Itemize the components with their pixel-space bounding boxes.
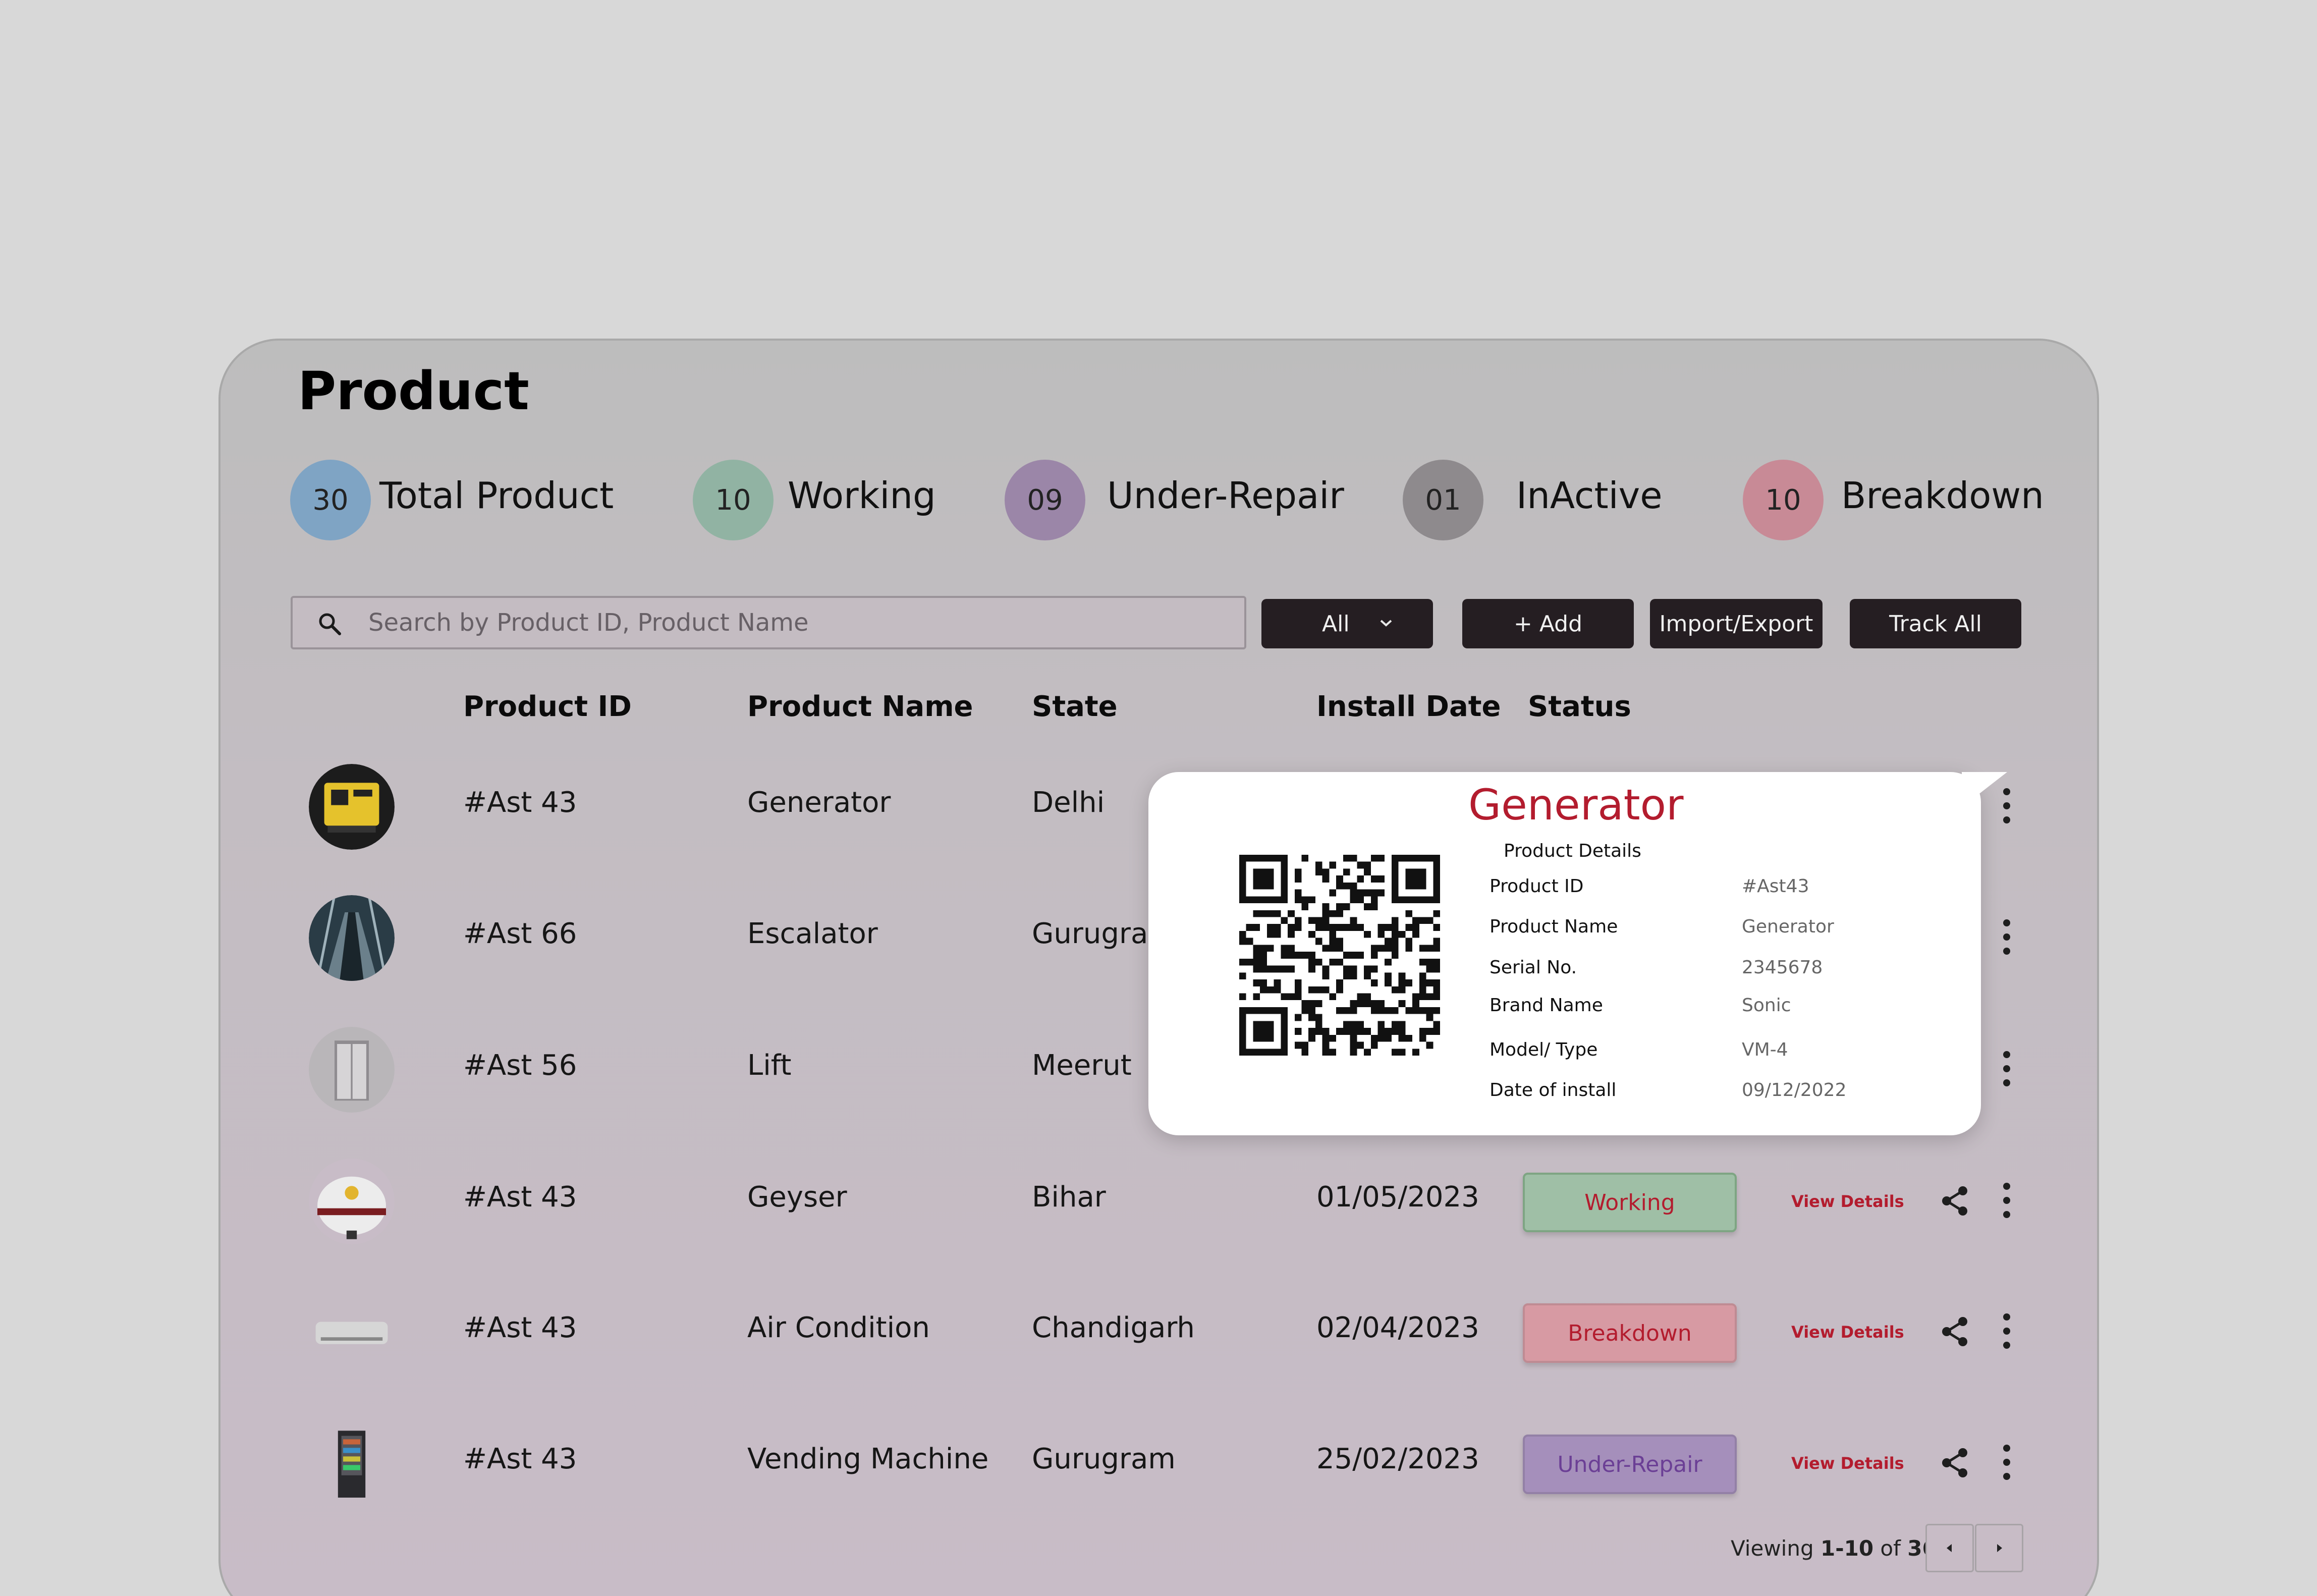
stat-label[interactable]: InActive — [1516, 474, 1663, 517]
next-page-button[interactable] — [1975, 1524, 2023, 1572]
popup-field-label: Date of install — [1489, 1080, 1617, 1100]
track-all-label: Track All — [1889, 611, 1982, 637]
popup-field-label: Product Name — [1489, 916, 1618, 937]
stat-label[interactable]: Under-Repair — [1107, 474, 1344, 517]
install-date-cell: 02/04/2023 — [1316, 1311, 1479, 1344]
product-name-cell: Escalator — [747, 917, 878, 950]
product-id-cell: #Ast 43 — [463, 1181, 577, 1214]
filter-dropdown[interactable]: All — [1261, 599, 1433, 648]
column-header-product-name[interactable]: Product Name — [747, 690, 973, 723]
product-name-cell: Geyser — [747, 1181, 847, 1214]
status-badge: Breakdown — [1523, 1303, 1737, 1363]
stat-count-badge: 30 — [290, 460, 371, 540]
popup-field-value: 2345678 — [1742, 957, 1823, 978]
stat-label[interactable]: Breakdown — [1841, 474, 2044, 517]
state-cell: Gurugram — [1032, 1443, 1176, 1475]
pagination-of: of — [1873, 1536, 1908, 1561]
share-icon[interactable] — [1940, 1447, 1970, 1479]
popup-field-value: VM-4 — [1742, 1039, 1788, 1060]
more-options-icon[interactable] — [2002, 1445, 2012, 1480]
stat-count-badge: 10 — [693, 460, 774, 540]
popup-field-label: Brand Name — [1489, 995, 1603, 1016]
view-details-link[interactable]: View Details — [1791, 1192, 1904, 1211]
status-badge: Under-Repair — [1523, 1435, 1737, 1494]
popup-field-value: 09/12/2022 — [1742, 1080, 1847, 1100]
search-input[interactable] — [368, 599, 1236, 646]
popup-field-value: Generator — [1742, 916, 1834, 937]
product-id-cell: #Ast 43 — [463, 786, 577, 819]
product-name-cell: Generator — [747, 786, 891, 819]
add-button[interactable]: + Add — [1462, 599, 1634, 648]
column-header-install-date[interactable]: Install Date — [1316, 690, 1501, 723]
product-id-cell: #Ast 56 — [463, 1049, 577, 1082]
popup-field-label: Serial No. — [1489, 957, 1577, 978]
track-all-button[interactable]: Track All — [1850, 599, 2021, 648]
share-icon[interactable] — [1940, 1315, 1970, 1348]
generator-image — [309, 764, 395, 850]
view-details-link[interactable]: View Details — [1791, 1454, 1904, 1473]
product-id-cell: #Ast 43 — [463, 1443, 577, 1475]
previous-page-button[interactable] — [1925, 1524, 1974, 1572]
column-header-product-id[interactable]: Product ID — [463, 690, 632, 723]
air-conditioner-image — [309, 1289, 395, 1375]
stat-count-badge: 10 — [1743, 460, 1824, 540]
page-title: Product — [298, 360, 529, 422]
product-name-cell: Vending Machine — [747, 1443, 989, 1475]
status-badge: Working — [1523, 1173, 1737, 1232]
share-icon[interactable] — [1940, 1185, 1970, 1217]
stat-label[interactable]: Working — [788, 474, 936, 517]
popup-subtitle: Product Details — [1504, 841, 1641, 861]
install-date-cell: 25/02/2023 — [1316, 1443, 1479, 1475]
popup-field-label: Model/ Type — [1489, 1039, 1598, 1060]
state-cell: Chandigarh — [1032, 1311, 1195, 1344]
product-id-cell: #Ast 43 — [463, 1311, 577, 1344]
more-options-icon[interactable] — [2002, 1183, 2012, 1218]
column-header-status[interactable]: Status — [1528, 690, 1631, 723]
more-options-icon[interactable] — [2002, 919, 2012, 955]
pagination-range: 1-10 — [1820, 1536, 1874, 1561]
install-date-cell: 01/05/2023 — [1316, 1181, 1479, 1214]
pagination-prefix: Viewing — [1731, 1536, 1820, 1561]
stat-count-badge: 01 — [1403, 460, 1483, 540]
state-cell: Delhi — [1032, 786, 1105, 819]
search-icon — [319, 613, 341, 635]
product-id-cell: #Ast 66 — [463, 917, 577, 950]
product-name-cell: Lift — [747, 1049, 792, 1082]
state-cell: Bihar — [1032, 1181, 1106, 1214]
pagination-summary: Viewing 1-10 of 36 — [1731, 1536, 1937, 1561]
geyser-image — [309, 1159, 395, 1244]
chevron-down-icon — [1380, 620, 1392, 627]
column-header-state[interactable]: State — [1032, 690, 1118, 723]
add-button-label: + Add — [1513, 611, 1583, 637]
more-options-icon[interactable] — [2002, 1051, 2012, 1086]
qr-code-icon — [1239, 855, 1440, 1056]
popup-pointer — [1962, 772, 2007, 807]
caret-left-icon — [1947, 1544, 1952, 1552]
import-export-button[interactable]: Import/Export — [1650, 599, 1823, 648]
caret-right-icon — [1997, 1544, 2002, 1552]
product-name-cell: Air Condition — [747, 1311, 930, 1344]
lift-image — [309, 1027, 395, 1113]
escalator-image — [309, 895, 395, 981]
popup-title: Generator — [1468, 780, 1684, 830]
stat-label[interactable]: Total Product — [379, 474, 614, 517]
popup-field-label: Product ID — [1489, 876, 1584, 897]
popup-field-value: #Ast43 — [1742, 876, 1809, 897]
view-details-link[interactable]: View Details — [1791, 1323, 1904, 1342]
stat-count-badge: 09 — [1005, 460, 1085, 540]
filter-value: All — [1322, 611, 1350, 637]
more-options-icon[interactable] — [2002, 1313, 2012, 1349]
import-export-label: Import/Export — [1659, 611, 1813, 637]
vending-machine-image — [309, 1420, 395, 1506]
popup-field-value: Sonic — [1742, 995, 1791, 1016]
state-cell: Meerut — [1032, 1049, 1132, 1082]
